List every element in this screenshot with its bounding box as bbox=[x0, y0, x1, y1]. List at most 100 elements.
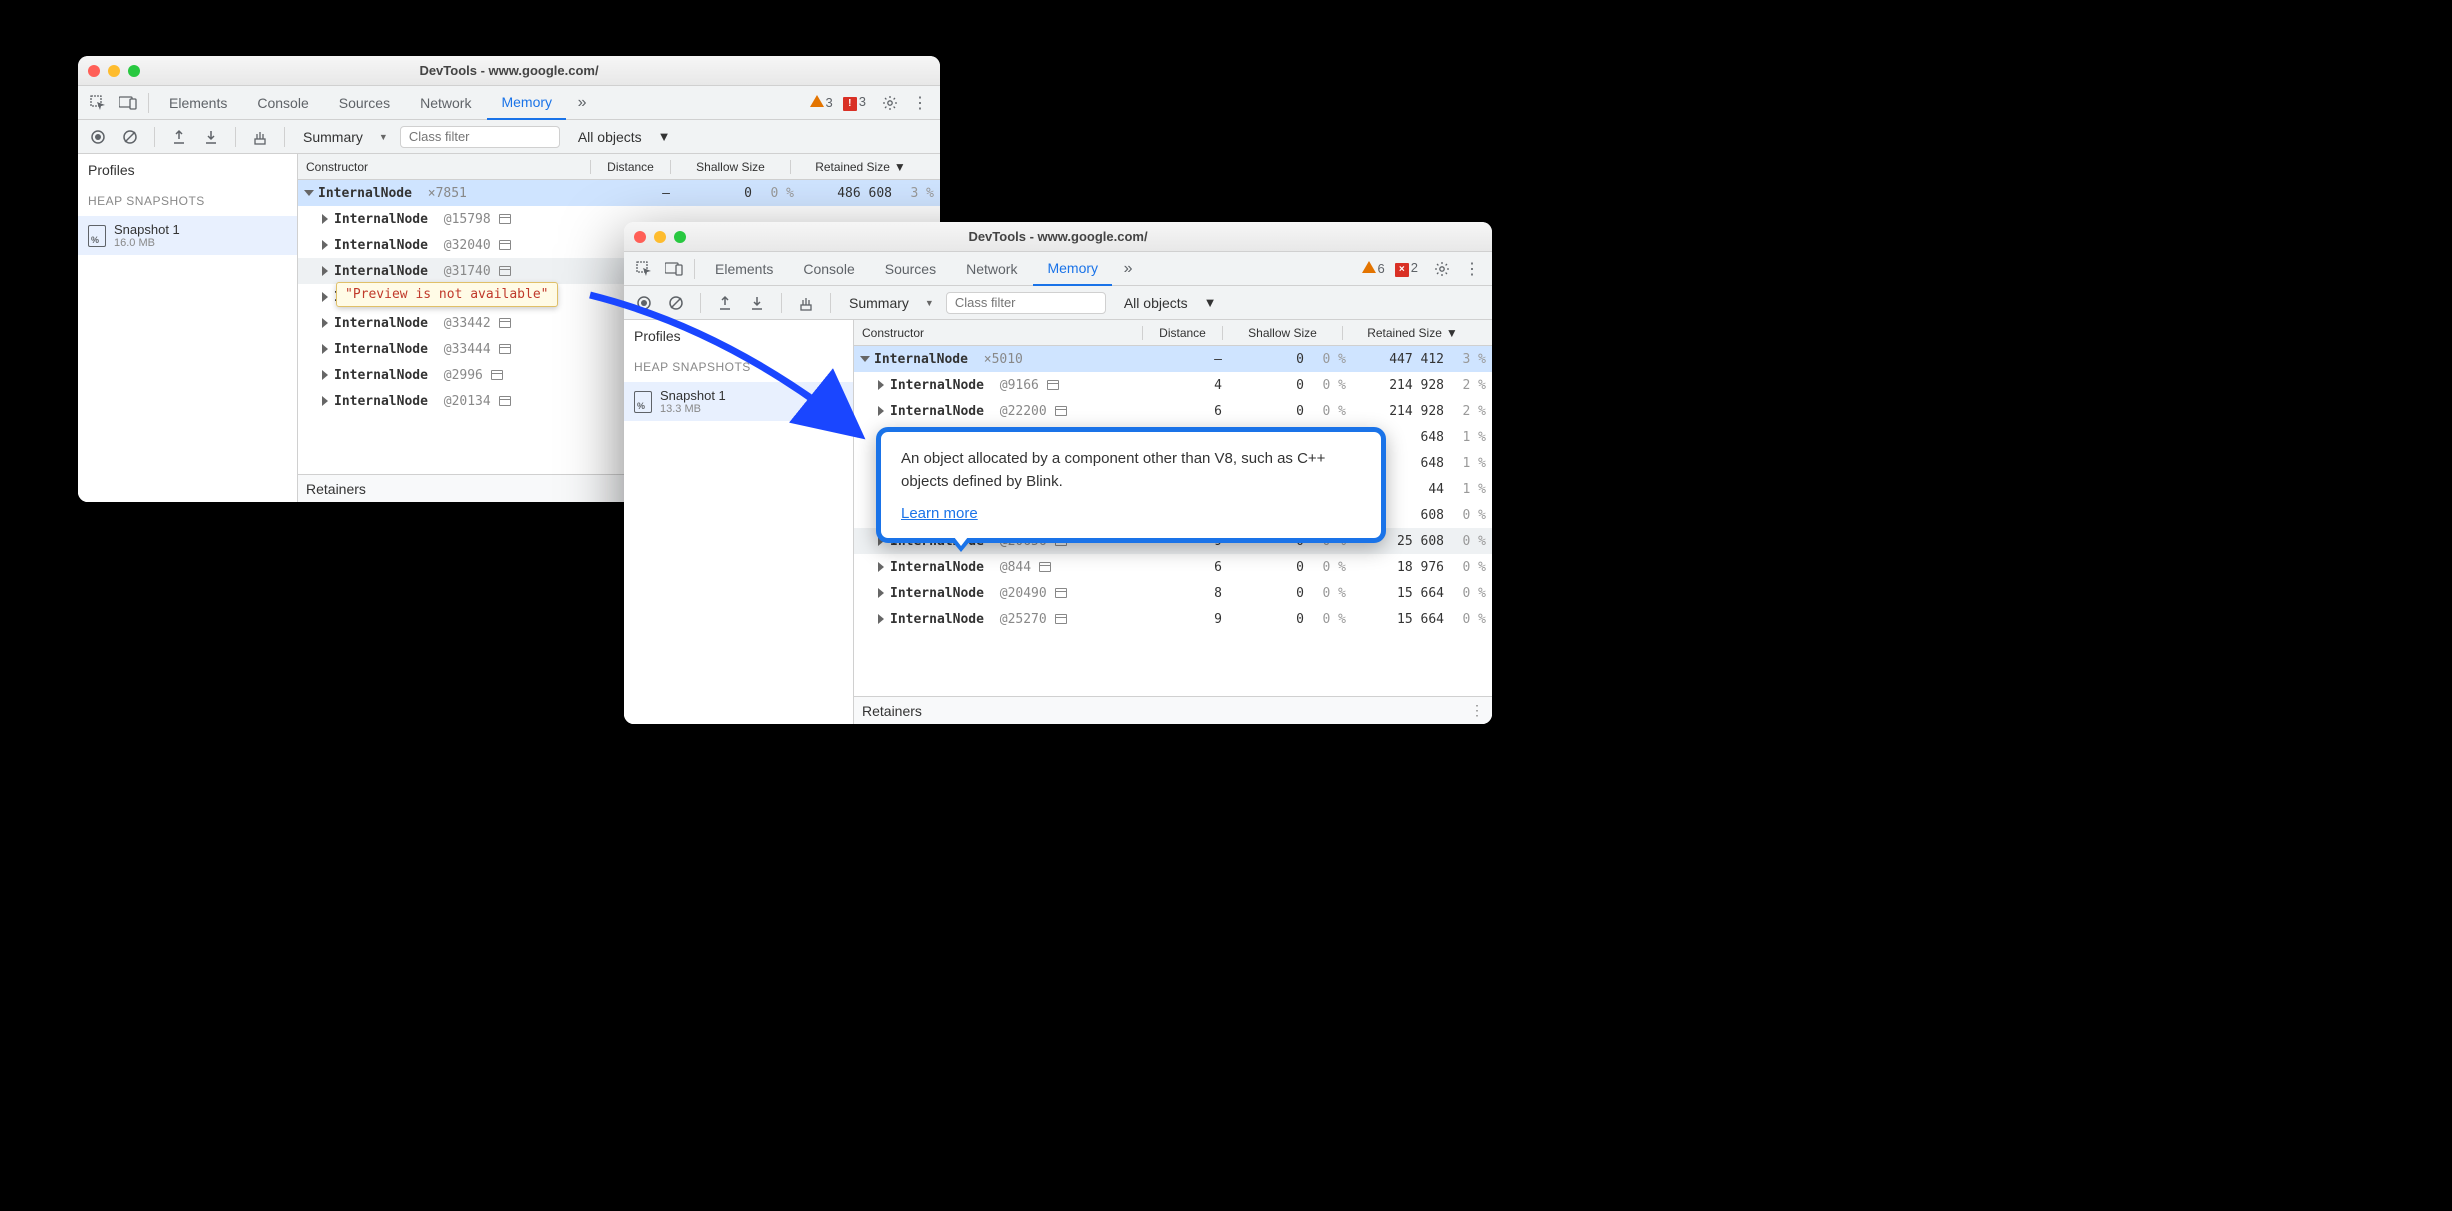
expand-icon[interactable] bbox=[322, 344, 328, 354]
tab-sources[interactable]: Sources bbox=[325, 86, 404, 120]
maximize-icon[interactable] bbox=[128, 65, 140, 77]
expand-icon[interactable] bbox=[860, 356, 870, 362]
warning-badge[interactable]: 6 bbox=[1362, 261, 1385, 276]
device-toggle-icon[interactable] bbox=[660, 255, 688, 283]
close-icon[interactable] bbox=[88, 65, 100, 77]
expand-icon[interactable] bbox=[878, 588, 884, 598]
record-icon[interactable] bbox=[84, 123, 112, 151]
separator bbox=[284, 127, 285, 147]
titlebar[interactable]: DevTools - www.google.com/ bbox=[624, 222, 1492, 252]
clear-icon[interactable] bbox=[662, 289, 690, 317]
scope-dropdown[interactable]: All objects bbox=[570, 129, 650, 145]
col-retained[interactable]: Retained Size▼ bbox=[790, 160, 930, 174]
tooltip-pointer-icon bbox=[951, 540, 971, 552]
separator bbox=[235, 127, 236, 147]
expand-icon[interactable] bbox=[322, 214, 328, 224]
preview-tooltip: "Preview is not available" bbox=[336, 282, 558, 307]
expand-icon[interactable] bbox=[322, 396, 328, 406]
detached-icon bbox=[499, 396, 511, 406]
device-toggle-icon[interactable] bbox=[114, 89, 142, 117]
tab-console[interactable]: Console bbox=[789, 252, 868, 286]
expand-icon[interactable] bbox=[322, 370, 328, 380]
summary-row[interactable]: InternalNode ×5010 – 00 % 447 4123 % bbox=[854, 346, 1492, 372]
settings-icon[interactable] bbox=[876, 89, 904, 117]
minimize-icon[interactable] bbox=[108, 65, 120, 77]
clear-icon[interactable] bbox=[116, 123, 144, 151]
inspect-icon[interactable] bbox=[84, 89, 112, 117]
kebab-menu-icon[interactable]: ⋮ bbox=[906, 89, 934, 117]
more-tabs-icon[interactable]: » bbox=[568, 89, 596, 117]
tooltip-text: An object allocated by a component other… bbox=[901, 448, 1361, 493]
upload-icon[interactable] bbox=[711, 289, 739, 317]
warning-badge[interactable]: 3 bbox=[810, 95, 833, 110]
col-constructor[interactable]: Constructor bbox=[854, 326, 1142, 340]
download-icon[interactable] bbox=[743, 289, 771, 317]
class-filter-input[interactable] bbox=[946, 292, 1106, 314]
tab-network[interactable]: Network bbox=[406, 86, 485, 120]
col-constructor[interactable]: Constructor bbox=[298, 160, 590, 174]
expand-icon[interactable] bbox=[322, 292, 328, 302]
table-row[interactable]: InternalNode @22200600 %214 9282 % bbox=[854, 398, 1492, 424]
tab-network[interactable]: Network bbox=[952, 252, 1031, 286]
detached-icon bbox=[1039, 562, 1051, 572]
scope-dropdown[interactable]: All objects bbox=[1116, 295, 1196, 311]
kebab-menu-icon[interactable]: ⋮ bbox=[1458, 255, 1486, 283]
view-dropdown[interactable]: Summary▼ bbox=[841, 295, 942, 311]
expand-icon[interactable] bbox=[878, 562, 884, 572]
expand-icon[interactable] bbox=[878, 614, 884, 624]
issue-badges[interactable]: 3 !3 bbox=[810, 94, 866, 111]
profiles-sidebar: Profiles HEAP SNAPSHOTS Snapshot 1 16.0 … bbox=[78, 154, 298, 502]
traffic-lights[interactable] bbox=[88, 65, 140, 77]
tab-elements[interactable]: Elements bbox=[701, 252, 787, 286]
col-shallow[interactable]: Shallow Size bbox=[1222, 326, 1342, 340]
tab-sources[interactable]: Sources bbox=[871, 252, 950, 286]
separator bbox=[781, 293, 782, 313]
expand-icon[interactable] bbox=[322, 266, 328, 276]
col-shallow[interactable]: Shallow Size bbox=[670, 160, 790, 174]
tab-memory[interactable]: Memory bbox=[487, 86, 566, 120]
kebab-menu-icon[interactable]: ⋮ bbox=[1470, 702, 1484, 719]
tab-console[interactable]: Console bbox=[243, 86, 322, 120]
more-tabs-icon[interactable]: » bbox=[1114, 255, 1142, 283]
settings-icon[interactable] bbox=[1428, 255, 1456, 283]
view-dropdown[interactable]: Summary▼ bbox=[295, 129, 396, 145]
upload-icon[interactable] bbox=[165, 123, 193, 151]
tab-memory[interactable]: Memory bbox=[1033, 252, 1112, 286]
profiles-heading: Profiles bbox=[78, 154, 297, 186]
record-icon[interactable] bbox=[630, 289, 658, 317]
expand-icon[interactable] bbox=[322, 318, 328, 328]
traffic-lights[interactable] bbox=[634, 231, 686, 243]
error-badge[interactable]: ×2 bbox=[1395, 260, 1418, 277]
col-distance[interactable]: Distance bbox=[1142, 326, 1222, 340]
chevron-down-icon[interactable]: ▼ bbox=[1204, 295, 1217, 310]
class-filter-input[interactable] bbox=[400, 126, 560, 148]
download-icon[interactable] bbox=[197, 123, 225, 151]
expand-icon[interactable] bbox=[304, 190, 314, 196]
detached-icon bbox=[491, 370, 503, 380]
inspect-icon[interactable] bbox=[630, 255, 658, 283]
minimize-icon[interactable] bbox=[654, 231, 666, 243]
snapshot-item[interactable]: Snapshot 1 13.3 MB bbox=[624, 382, 853, 421]
table-row[interactable]: InternalNode @844600 %18 9760 % bbox=[854, 554, 1492, 580]
tab-elements[interactable]: Elements bbox=[155, 86, 241, 120]
gc-icon[interactable] bbox=[246, 123, 274, 151]
summary-row[interactable]: InternalNode ×7851 – 00 % 486 6083 % bbox=[298, 180, 940, 206]
titlebar[interactable]: DevTools - www.google.com/ bbox=[78, 56, 940, 86]
gc-icon[interactable] bbox=[792, 289, 820, 317]
table-row[interactable]: InternalNode @25270900 %15 6640 % bbox=[854, 606, 1492, 632]
close-icon[interactable] bbox=[634, 231, 646, 243]
issue-badges[interactable]: 6 ×2 bbox=[1362, 260, 1418, 277]
expand-icon[interactable] bbox=[878, 380, 884, 390]
table-row[interactable]: InternalNode @20490800 %15 6640 % bbox=[854, 580, 1492, 606]
col-retained[interactable]: Retained Size▼ bbox=[1342, 326, 1482, 340]
col-distance[interactable]: Distance bbox=[590, 160, 670, 174]
expand-icon[interactable] bbox=[322, 240, 328, 250]
error-badge[interactable]: !3 bbox=[843, 94, 866, 111]
table-row[interactable]: InternalNode @9166400 %214 9282 % bbox=[854, 372, 1492, 398]
chevron-down-icon[interactable]: ▼ bbox=[658, 129, 671, 144]
snapshot-item[interactable]: Snapshot 1 16.0 MB bbox=[78, 216, 297, 255]
learn-more-link[interactable]: Learn more bbox=[901, 505, 978, 522]
maximize-icon[interactable] bbox=[674, 231, 686, 243]
retainers-panel-header[interactable]: Retainers ⋮ bbox=[854, 696, 1492, 724]
expand-icon[interactable] bbox=[878, 406, 884, 416]
